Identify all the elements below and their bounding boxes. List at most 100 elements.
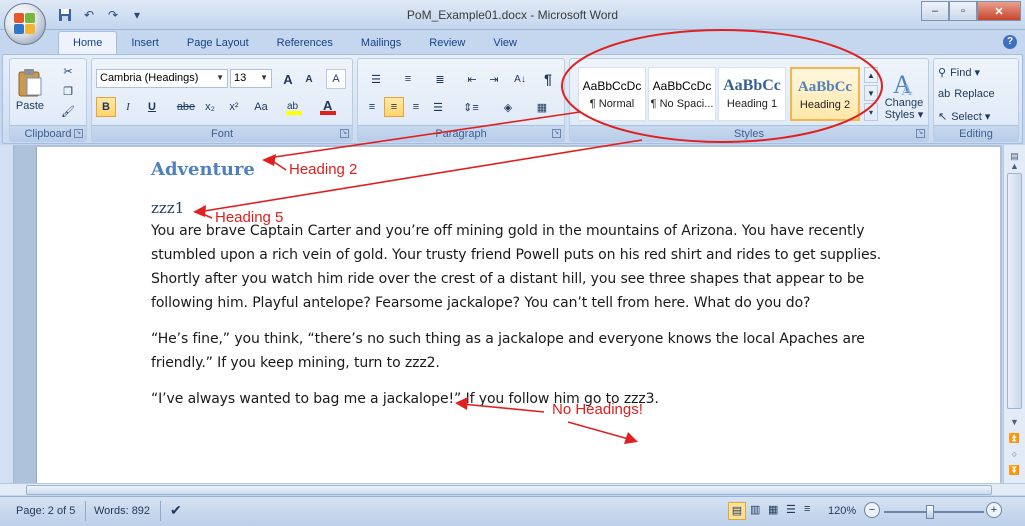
previous-page-icon[interactable]: ⏫ [1007, 431, 1022, 446]
increase-indent-icon[interactable]: ⇥ [484, 69, 504, 89]
format-painter-icon[interactable]: 🖌 [58, 101, 78, 121]
underline-button[interactable]: U [142, 97, 162, 117]
sort-icon[interactable]: A↓ [510, 69, 530, 89]
browse-object-icon[interactable]: ○ [1007, 447, 1022, 462]
body-paragraph-1[interactable]: You are brave Captain Carter and you’re … [151, 219, 911, 315]
cut-icon[interactable]: ✂ [58, 61, 78, 81]
copy-icon[interactable]: ❐ [58, 81, 78, 101]
tab-review[interactable]: Review [415, 32, 479, 54]
vertical-scrollbar[interactable]: ▤ ▲ ▼ ⏫ ○ ⏬ [1003, 145, 1025, 483]
shading-icon[interactable]: ◈ [494, 97, 522, 117]
heading-2-text[interactable]: Adventure [151, 155, 911, 185]
multilevel-list-icon[interactable]: ≣ [426, 69, 454, 89]
zoom-in-icon[interactable]: + [986, 502, 1002, 518]
paste-button[interactable]: Paste [14, 61, 46, 119]
font-color-icon[interactable]: A [316, 97, 342, 117]
style-heading-2-name: Heading 2 [799, 99, 851, 111]
clipboard-launcher-icon[interactable]: ↘ [74, 129, 83, 138]
status-divider [85, 501, 86, 521]
superscript-button[interactable]: x² [224, 97, 244, 117]
proofing-icon[interactable]: ✔ [170, 502, 182, 519]
style-heading-1[interactable]: AaBbCc Heading 1 [718, 67, 786, 121]
full-screen-reading-icon[interactable]: ▥ [750, 503, 760, 516]
body-paragraph-2[interactable]: “He’s fine,” you think, “there’s no such… [151, 327, 911, 375]
zoom-level[interactable]: 120% [828, 505, 856, 517]
paragraph-group-label: Paragraph [358, 125, 564, 141]
word-count-status[interactable]: Words: 892 [94, 505, 150, 517]
print-layout-icon[interactable]: ▤ [728, 502, 746, 520]
highlight-color-icon[interactable]: ab [282, 97, 308, 117]
paste-label: Paste [15, 100, 45, 112]
replace-button[interactable]: ab Replace [938, 84, 995, 104]
minimize-button[interactable]: – [921, 1, 949, 21]
document-page[interactable]: Adventure zzz1 You are brave Captain Car… [36, 147, 1000, 483]
draft-view-icon[interactable]: ≡ [804, 503, 810, 515]
outline-view-icon[interactable]: ☰ [786, 503, 796, 516]
tab-view[interactable]: View [479, 32, 531, 54]
styles-scroll-down-icon[interactable]: ▼ [864, 85, 878, 101]
scroll-up-icon[interactable]: ▲ [1007, 159, 1022, 174]
zoom-slider-thumb[interactable] [926, 505, 934, 519]
horizontal-scroll-thumb[interactable] [26, 485, 992, 495]
font-launcher-icon[interactable]: ↘ [340, 129, 349, 138]
clear-formatting-icon[interactable]: A [326, 69, 346, 89]
close-button[interactable]: ✕ [977, 1, 1021, 21]
tab-mailings[interactable]: Mailings [347, 32, 415, 54]
horizontal-scrollbar[interactable] [0, 483, 1025, 495]
web-layout-icon[interactable]: ▦ [768, 503, 778, 516]
italic-button[interactable]: I [118, 97, 138, 117]
select-button[interactable]: ↖ Select ▾ [938, 106, 990, 126]
help-icon[interactable]: ? [1003, 35, 1017, 49]
page-count-status[interactable]: Page: 2 of 5 [16, 505, 75, 517]
paragraph-group: ☰ ≡ ≣ ⇤ ⇥ A↓ ¶ ≡ ≡ ≡ ☰ ⇕≡ ◈ ▦ Paragraph … [357, 58, 565, 142]
change-case-button[interactable]: Aa [248, 97, 274, 117]
show-formatting-marks-icon[interactable]: ¶ [538, 69, 558, 89]
align-center-icon[interactable]: ≡ [384, 97, 404, 117]
paragraph-launcher-icon[interactable]: ↘ [552, 129, 561, 138]
annotation-no-headings: No Headings! [552, 401, 643, 418]
align-left-icon[interactable]: ≡ [362, 97, 382, 117]
zoom-out-icon[interactable]: − [864, 502, 880, 518]
editing-group-label: Editing [934, 125, 1018, 141]
next-page-icon[interactable]: ⏬ [1007, 463, 1022, 478]
numbering-icon[interactable]: ≡ [394, 69, 422, 89]
shrink-font-icon[interactable]: A [299, 69, 319, 89]
replace-label: Replace [954, 88, 995, 100]
change-styles-button[interactable]: AA Change Styles ▾ [882, 65, 926, 125]
style-heading-1-name: Heading 1 [726, 98, 778, 110]
line-spacing-icon[interactable]: ⇕≡ [456, 97, 486, 117]
font-family-select[interactable]: Cambria (Headings) ▼ [96, 69, 228, 88]
decrease-indent-icon[interactable]: ⇤ [462, 69, 482, 89]
font-size-select[interactable]: 13 ▼ [230, 69, 272, 88]
tab-references[interactable]: References [263, 32, 347, 54]
document-body[interactable]: Adventure zzz1 You are brave Captain Car… [151, 155, 911, 423]
styles-scroll-up-icon[interactable]: ▲ [864, 67, 878, 83]
ribbon: Paste ✂ ❐ 🖌 Clipboard ↘ Cambria (Heading… [2, 54, 1023, 144]
style-heading-2[interactable]: AaBbCc Heading 2 [790, 67, 860, 121]
styles-group: AaBbCcDc ¶ Normal AaBbCcDc ¶ No Spaci...… [569, 58, 929, 142]
styles-launcher-icon[interactable]: ↘ [916, 129, 925, 138]
find-button[interactable]: ⚲ Find ▾ [938, 62, 980, 82]
align-right-icon[interactable]: ≡ [406, 97, 426, 117]
style-no-spacing[interactable]: AaBbCcDc ¶ No Spaci... [648, 67, 716, 121]
maximize-button[interactable]: ▫ [949, 1, 977, 21]
tab-insert[interactable]: Insert [117, 32, 173, 54]
strikethrough-button[interactable]: abe [174, 97, 198, 117]
tab-page-layout[interactable]: Page Layout [173, 32, 263, 54]
subscript-button[interactable]: x₂ [200, 97, 220, 117]
office-button[interactable] [4, 3, 46, 45]
style-normal[interactable]: AaBbCcDc ¶ Normal [578, 67, 646, 121]
styles-more-icon[interactable]: ▾ [864, 103, 878, 121]
bold-button[interactable]: B [96, 97, 116, 117]
justify-icon[interactable]: ☰ [428, 97, 448, 117]
editing-group: ⚲ Find ▾ ab Replace ↖ Select ▾ Editing [933, 58, 1019, 142]
grow-font-icon[interactable]: A [278, 69, 298, 89]
zoom-slider-track[interactable] [884, 511, 984, 513]
tab-home[interactable]: Home [58, 31, 118, 54]
bullets-icon[interactable]: ☰ [362, 69, 390, 89]
body-paragraph-3[interactable]: “I’ve always wanted to bag me a jackalop… [151, 387, 911, 411]
borders-icon[interactable]: ▦ [528, 97, 556, 117]
scroll-down-icon[interactable]: ▼ [1007, 415, 1022, 430]
status-bar: Page: 2 of 5 Words: 892 ✔ ▤ ▥ ▦ ☰ ≡ 120%… [0, 496, 1025, 526]
vertical-scroll-thumb[interactable] [1007, 173, 1022, 409]
